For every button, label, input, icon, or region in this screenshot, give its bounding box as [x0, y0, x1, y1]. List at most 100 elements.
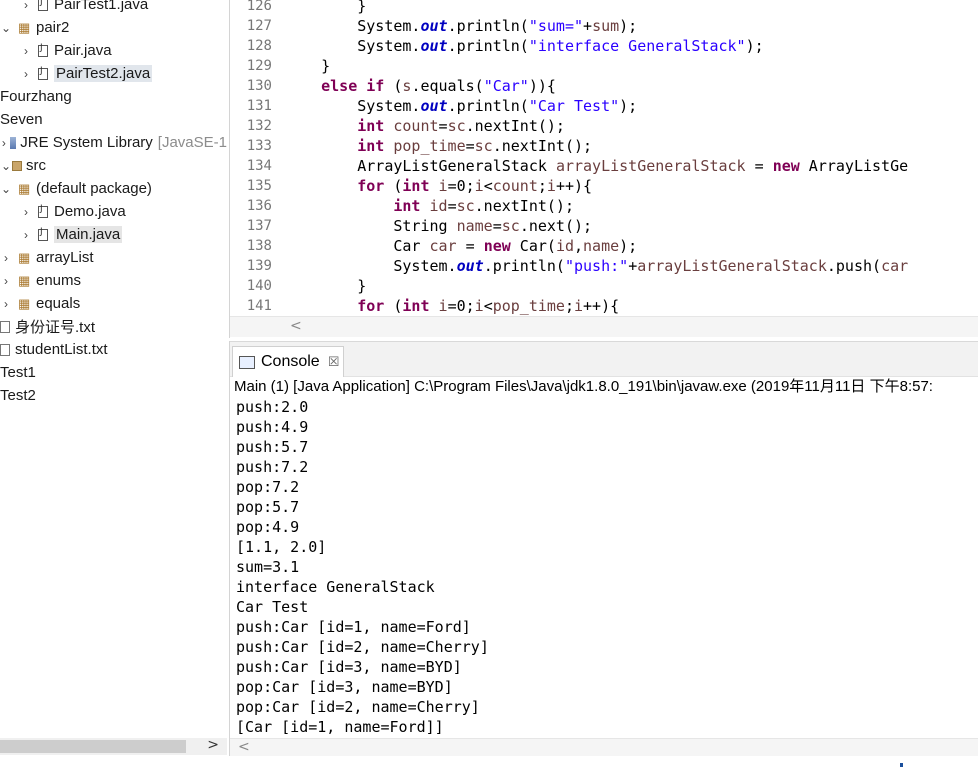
- code-line[interactable]: System.out.println("push:"+arrayListGene…: [285, 256, 908, 276]
- scrollbar-thumb[interactable]: [0, 740, 186, 753]
- console-output-line: push:5.7: [236, 438, 309, 456]
- console-launch-header: Main (1) [Java Application] C:\Program F…: [234, 378, 933, 395]
- tree-item-test2[interactable]: Test2: [0, 384, 227, 407]
- console-output-line: push:7.2: [236, 458, 309, 476]
- tree-item-label: PairTest1.java: [54, 0, 149, 13]
- tree-item-main-java[interactable]: › Main.java: [0, 223, 227, 246]
- code-line[interactable]: }: [285, 276, 366, 296]
- code-line[interactable]: ArrayListGeneralStack arrayListGeneralSt…: [285, 156, 908, 176]
- tree-item-label: Seven: [0, 111, 43, 128]
- scroll-right-arrow-icon[interactable]: >: [207, 737, 219, 753]
- close-icon[interactable]: ☒: [328, 355, 340, 370]
- chevron-right-icon[interactable]: ›: [20, 44, 32, 58]
- tree-item-seven[interactable]: Seven: [0, 108, 227, 131]
- console-output-line: push:Car [id=1, name=Ford]: [236, 618, 471, 636]
- tree-item-id-txt[interactable]: 身份证号.txt: [0, 315, 227, 338]
- tree-item-arraylist[interactable]: › ▦ arrayList: [0, 246, 227, 269]
- text-file-icon: [0, 343, 10, 356]
- console-output-line: pop:Car [id=3, name=BYD]: [236, 678, 453, 696]
- explorer-horizontal-scrollbar[interactable]: >: [0, 737, 227, 755]
- code-line[interactable]: String name=sc.next();: [285, 216, 592, 236]
- line-number: 138: [246, 238, 272, 254]
- console-output-line: pop:7.2: [236, 478, 300, 496]
- tree-item-label: PairTest2.java: [54, 65, 153, 82]
- code-line[interactable]: int id=sc.nextInt();: [285, 196, 574, 216]
- code-line[interactable]: int pop_time=sc.nextInt();: [285, 136, 592, 156]
- package-icon: ▦: [18, 180, 31, 196]
- tree-item-demo-java[interactable]: › Demo.java: [0, 200, 227, 223]
- code-line[interactable]: int count=sc.nextInt();: [285, 116, 565, 136]
- tree-item-label: equals: [36, 295, 81, 312]
- console-output-line: Car Test: [236, 598, 309, 616]
- code-editor[interactable]: 126 127 128 129 130 131 132 133 134 135 …: [229, 0, 978, 338]
- tree-item-label: Fourzhang: [0, 88, 72, 105]
- tree-item-pairtest1[interactable]: › PairTest1.java: [0, 0, 227, 16]
- tree-item-test1[interactable]: Test1: [0, 361, 227, 384]
- tree-item-label: (default package): [36, 180, 152, 197]
- code-line[interactable]: System.out.println("interface GeneralSta…: [285, 36, 763, 56]
- java-file-icon: [38, 66, 48, 80]
- library-icon: [9, 136, 17, 149]
- console-horizontal-scrollbar[interactable]: <: [230, 738, 978, 757]
- line-number: 139: [246, 258, 272, 274]
- tree-item-equals[interactable]: › ▦ equals: [0, 292, 227, 315]
- tree-item-pair-java[interactable]: › Pair.java: [0, 39, 227, 62]
- code-line[interactable]: }: [285, 56, 330, 76]
- source-folder-icon: [12, 160, 22, 171]
- line-number: 127: [246, 18, 272, 34]
- code-line[interactable]: Car car = new Car(id,name);: [285, 236, 637, 256]
- package-icon: ▦: [18, 249, 31, 265]
- console-output-line: pop:Car [id=2, name=Cherry]: [236, 698, 480, 716]
- tree-item-label: enums: [36, 272, 82, 289]
- chevron-right-icon[interactable]: ›: [20, 0, 32, 12]
- tree-item-enums[interactable]: › ▦ enums: [0, 269, 227, 292]
- chevron-down-icon[interactable]: ⌄: [0, 182, 12, 196]
- line-number: 134: [246, 158, 272, 174]
- tab-console[interactable]: Console ☒: [232, 346, 344, 377]
- chevron-right-icon[interactable]: ›: [0, 274, 12, 288]
- scroll-left-arrow-icon[interactable]: <: [290, 318, 302, 334]
- tree-item-pair2[interactable]: ⌄ ▦ pair2: [0, 16, 227, 39]
- console-output-line: sum=3.1: [236, 558, 300, 576]
- code-line[interactable]: for (int i=0;i<pop_time;i++){: [285, 296, 619, 316]
- console-output-line: [Car [id=1, name=Ford]]: [236, 718, 444, 736]
- chevron-down-icon[interactable]: ⌄: [0, 159, 12, 173]
- tree-item-pairtest2[interactable]: › PairTest2.java: [0, 62, 227, 85]
- line-number: 132: [246, 118, 272, 134]
- code-line[interactable]: }: [285, 0, 366, 16]
- tree-item-label: Test2: [0, 387, 36, 404]
- chevron-right-icon[interactable]: ›: [20, 205, 32, 219]
- tree-item-default-package[interactable]: ⌄ ▦ (default package): [0, 177, 227, 200]
- tree-item-studentlist-txt[interactable]: studentList.txt: [0, 338, 227, 361]
- status-strip: [0, 756, 978, 769]
- code-line[interactable]: System.out.println("sum="+sum);: [285, 16, 637, 36]
- chevron-right-icon[interactable]: ›: [20, 67, 32, 81]
- scroll-left-arrow-icon[interactable]: <: [238, 739, 250, 755]
- code-line[interactable]: System.out.println("Car Test");: [285, 96, 637, 116]
- package-explorer: › PairTest1.java ⌄ ▦ pair2 › Pair.java ›…: [0, 0, 227, 769]
- tree-item-label: Pair.java: [54, 42, 112, 59]
- tree-item-jre-library[interactable]: › JRE System Library [JavaSE-1: [0, 131, 227, 154]
- code-line[interactable]: for (int i=0;i<count;i++){: [285, 176, 592, 196]
- tree-item-label: src: [26, 157, 46, 174]
- chevron-down-icon[interactable]: ⌄: [0, 21, 12, 35]
- tree-item-src[interactable]: ⌄ src: [0, 154, 227, 177]
- line-number: 135: [246, 178, 272, 194]
- chevron-right-icon[interactable]: ›: [0, 136, 8, 150]
- tree-item-fourzhang[interactable]: Fourzhang: [0, 85, 227, 108]
- tree-item-label: arrayList: [36, 249, 94, 266]
- line-number: 130: [246, 78, 272, 94]
- line-number: 126: [246, 0, 272, 14]
- package-icon: ▦: [18, 272, 31, 288]
- editor-horizontal-scrollbar[interactable]: <: [230, 316, 978, 337]
- line-number: 136: [246, 198, 272, 214]
- chevron-right-icon[interactable]: ›: [0, 251, 12, 265]
- line-number: 128: [246, 38, 272, 54]
- tab-console-label: Console: [261, 353, 320, 370]
- console-output-line: pop:4.9: [236, 518, 300, 536]
- line-number: 131: [246, 98, 272, 114]
- tree-item-label: Main.java: [54, 226, 123, 243]
- chevron-right-icon[interactable]: ›: [20, 228, 32, 242]
- code-line[interactable]: else if (s.equals("Car")){: [285, 76, 556, 96]
- chevron-right-icon[interactable]: ›: [0, 297, 12, 311]
